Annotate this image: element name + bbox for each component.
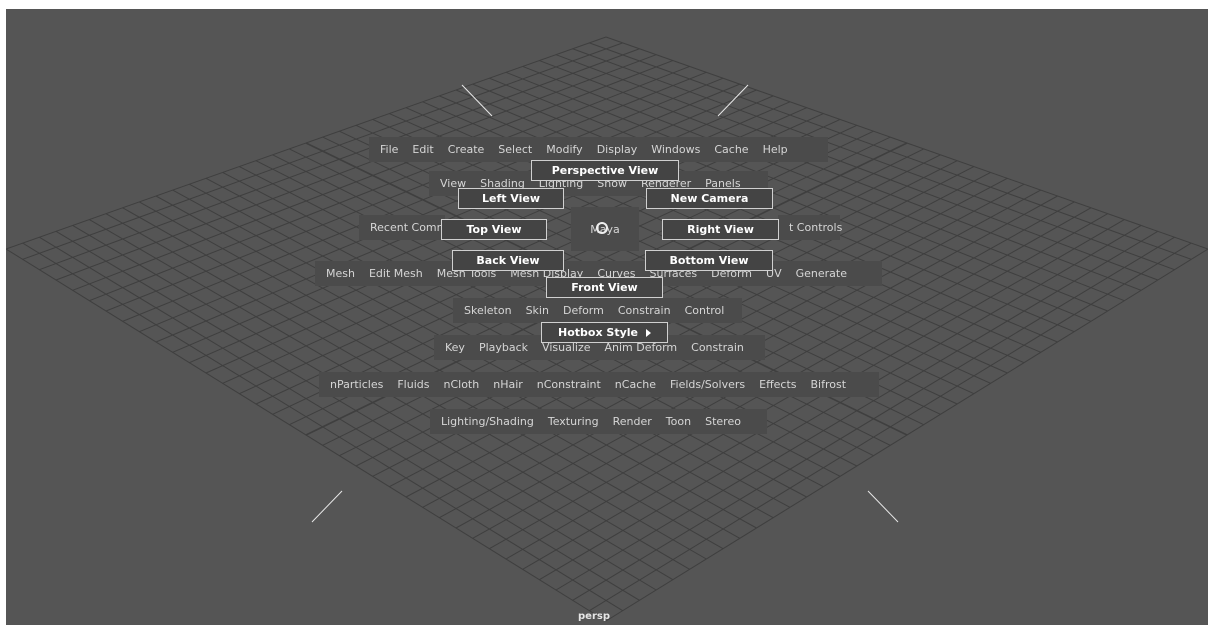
rigging-menu-deform[interactable]: Deform: [556, 304, 611, 317]
back-view-button[interactable]: Back View: [452, 250, 564, 271]
fx-menu-effects[interactable]: Effects: [752, 378, 803, 391]
rigging-menu-skin[interactable]: Skin: [519, 304, 556, 317]
guide-top-left: [461, 84, 493, 117]
bottom-view-button[interactable]: Bottom View: [645, 250, 773, 271]
modeling-menu-edit-mesh[interactable]: Edit Mesh: [362, 267, 430, 280]
fx-menu-nconstraint[interactable]: nConstraint: [530, 378, 608, 391]
recent-commands-menu[interactable]: Recent Comm: [359, 215, 447, 240]
menu-help[interactable]: Help: [756, 143, 795, 156]
fx-menu-bifrost[interactable]: Bifrost: [804, 378, 854, 391]
rendering-menu-lighting-shading[interactable]: Lighting/Shading: [434, 415, 541, 428]
fx-menu-ncache[interactable]: nCache: [608, 378, 663, 391]
menu-display[interactable]: Display: [590, 143, 645, 156]
rigging-menu-control[interactable]: Control: [678, 304, 732, 317]
rigging-menu-constrain[interactable]: Constrain: [611, 304, 678, 317]
left-view-button[interactable]: Left View: [458, 188, 564, 209]
front-view-button[interactable]: Front View: [546, 277, 663, 298]
fx-menu-fluids[interactable]: Fluids: [390, 378, 436, 391]
top-view-button[interactable]: Top View: [441, 219, 547, 240]
hotbox-rigging-menu-row: Skeleton Skin Deform Constrain Control: [453, 298, 742, 323]
animation-menu-key[interactable]: Key: [438, 341, 472, 354]
modeling-menu-generate[interactable]: Generate: [789, 267, 854, 280]
menu-file[interactable]: File: [373, 143, 405, 156]
perspective-viewport[interactable]: File Edit Create Select Modify Display Windows…: [6, 9, 1208, 625]
guide-bottom-left: [311, 490, 343, 523]
hotbox-controls-label[interactable]: t Controls: [782, 221, 849, 234]
modeling-menu-mesh[interactable]: Mesh: [319, 267, 362, 280]
perspective-view-button[interactable]: Perspective View: [531, 160, 679, 181]
rendering-menu-toon[interactable]: Toon: [659, 415, 698, 428]
rendering-menu-texturing[interactable]: Texturing: [541, 415, 606, 428]
menu-windows[interactable]: Windows: [644, 143, 707, 156]
cursor-ring-icon: [596, 222, 608, 234]
rendering-menu-stereo[interactable]: Stereo: [698, 415, 748, 428]
fx-menu-nparticles[interactable]: nParticles: [323, 378, 390, 391]
new-camera-button[interactable]: New Camera: [646, 188, 773, 209]
hotbox-controls-menu[interactable]: t Controls: [778, 215, 842, 240]
hotbox-fx-menu-row: nParticles Fluids nCloth nHair nConstraint nC…: [319, 372, 879, 397]
guide-top-right: [717, 84, 749, 117]
rigging-menu-skeleton[interactable]: Skeleton: [457, 304, 519, 317]
animation-menu-playback[interactable]: Playback: [472, 341, 535, 354]
camera-name-label: persp: [578, 611, 610, 622]
hotbox-style-button[interactable]: Hotbox Style: [541, 322, 668, 343]
hotbox-rendering-menu-row: Lighting/Shading Texturing Render Toon Stere…: [430, 409, 767, 434]
hotbox-main-menu-row: File Edit Create Select Modify Display Windows…: [369, 137, 828, 162]
rendering-menu-render[interactable]: Render: [606, 415, 659, 428]
animation-menu-constrain[interactable]: Constrain: [684, 341, 751, 354]
right-view-button[interactable]: Right View: [662, 219, 779, 240]
submenu-arrow-icon: [645, 328, 651, 337]
fx-menu-ncloth[interactable]: nCloth: [436, 378, 486, 391]
fx-menu-fields-solvers[interactable]: Fields/Solvers: [663, 378, 752, 391]
menu-create[interactable]: Create: [441, 143, 492, 156]
menu-edit[interactable]: Edit: [405, 143, 440, 156]
menu-modify[interactable]: Modify: [539, 143, 589, 156]
menu-select[interactable]: Select: [491, 143, 539, 156]
fx-menu-nhair[interactable]: nHair: [486, 378, 530, 391]
guide-bottom-right: [867, 490, 899, 523]
menu-cache[interactable]: Cache: [707, 143, 755, 156]
hotbox-style-label: Hotbox Style: [558, 326, 638, 339]
